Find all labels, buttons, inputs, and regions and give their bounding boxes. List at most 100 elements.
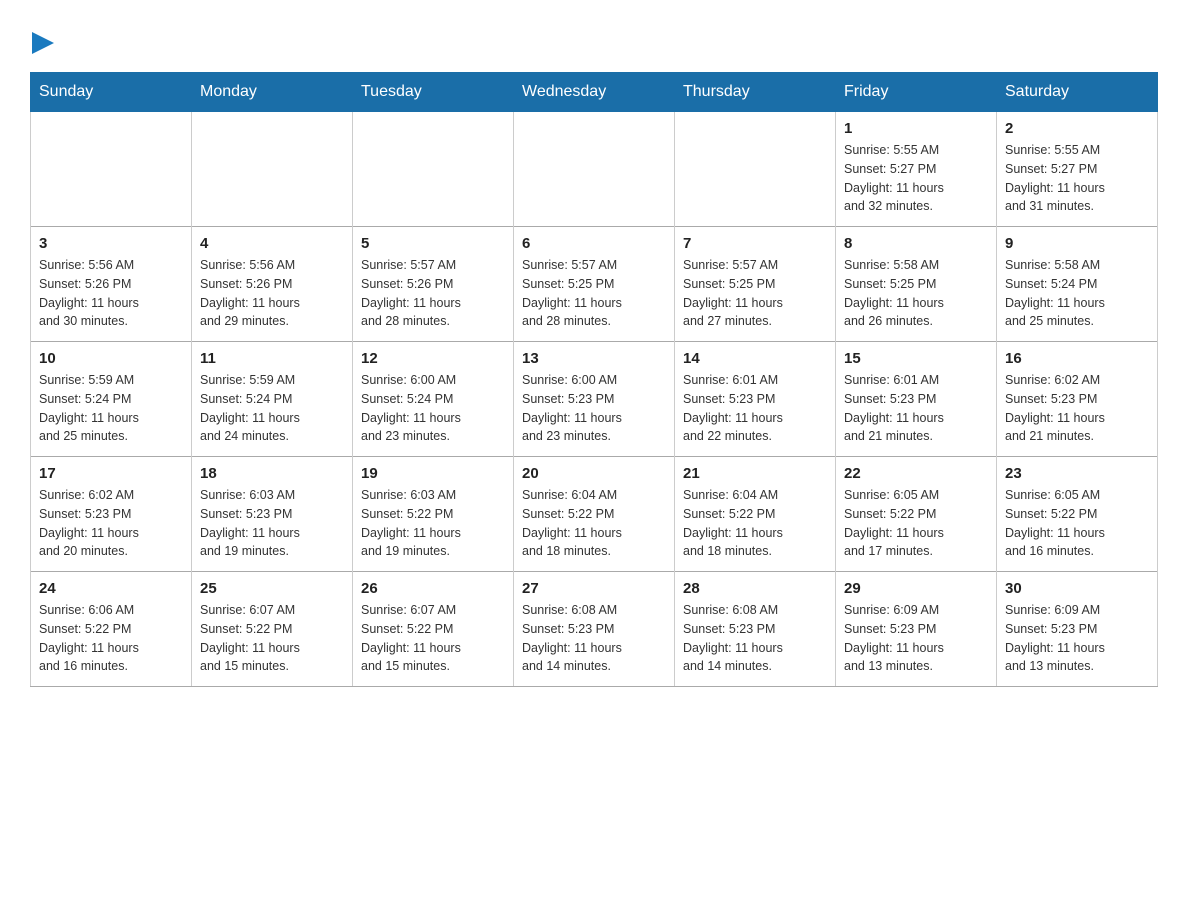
weekday-header-sunday: Sunday [31, 73, 192, 112]
day-number: 17 [39, 465, 183, 482]
day-info: Sunrise: 5:56 AMSunset: 5:26 PMDaylight:… [200, 256, 344, 331]
calendar-cell: 27 Sunrise: 6:08 AMSunset: 5:23 PMDayligh… [514, 572, 675, 687]
calendar-cell: 23 Sunrise: 6:05 AMSunset: 5:22 PMDayligh… [997, 457, 1158, 572]
weekday-header-monday: Monday [192, 73, 353, 112]
day-info: Sunrise: 6:05 AMSunset: 5:22 PMDaylight:… [1005, 486, 1149, 561]
calendar-cell: 9Sunrise: 5:58 AMSunset: 5:24 PMDaylight… [997, 227, 1158, 342]
day-number: 12 [361, 350, 505, 367]
day-number: 16 [1005, 350, 1149, 367]
day-info: Sunrise: 6:00 AMSunset: 5:23 PMDaylight:… [522, 371, 666, 446]
calendar-week-row: 3Sunrise: 5:56 AMSunset: 5:26 PMDaylight… [31, 227, 1158, 342]
calendar-cell: 28 Sunrise: 6:08 AMSunset: 5:23 PMDayligh… [675, 572, 836, 687]
day-info: Sunrise: 6:02 AMSunset: 5:23 PMDaylight:… [39, 486, 183, 561]
calendar-cell: 29 Sunrise: 6:09 AMSunset: 5:23 PMDayligh… [836, 572, 997, 687]
weekday-header-wednesday: Wednesday [514, 73, 675, 112]
day-info: Sunrise: 5:57 AMSunset: 5:25 PMDaylight:… [683, 256, 827, 331]
calendar-cell: 12 Sunrise: 6:00 AMSunset: 5:24 PMDayligh… [353, 342, 514, 457]
calendar-cell [192, 112, 353, 227]
weekday-header-saturday: Saturday [997, 73, 1158, 112]
day-info: Sunrise: 6:08 AMSunset: 5:23 PMDaylight:… [683, 601, 827, 676]
day-number: 20 [522, 465, 666, 482]
calendar-cell: 17 Sunrise: 6:02 AMSunset: 5:23 PMDayligh… [31, 457, 192, 572]
day-info: Sunrise: 6:03 AMSunset: 5:22 PMDaylight:… [361, 486, 505, 561]
day-info: Sunrise: 6:04 AMSunset: 5:22 PMDaylight:… [683, 486, 827, 561]
day-number: 21 [683, 465, 827, 482]
weekday-header-row: SundayMondayTuesdayWednesdayThursdayFrid… [31, 73, 1158, 112]
weekday-header-friday: Friday [836, 73, 997, 112]
calendar-cell: 30 Sunrise: 6:09 AMSunset: 5:23 PMDayligh… [997, 572, 1158, 687]
calendar-cell: 13 Sunrise: 6:00 AMSunset: 5:23 PMDayligh… [514, 342, 675, 457]
calendar-cell: 25 Sunrise: 6:07 AMSunset: 5:22 PMDayligh… [192, 572, 353, 687]
day-number: 22 [844, 465, 988, 482]
calendar-cell: 16 Sunrise: 6:02 AMSunset: 5:23 PMDayligh… [997, 342, 1158, 457]
calendar-cell: 4 Sunrise: 5:56 AMSunset: 5:26 PMDaylight… [192, 227, 353, 342]
weekday-header-tuesday: Tuesday [353, 73, 514, 112]
calendar-cell: 14 Sunrise: 6:01 AMSunset: 5:23 PMDayligh… [675, 342, 836, 457]
day-info: Sunrise: 6:01 AMSunset: 5:23 PMDaylight:… [844, 371, 988, 446]
calendar-cell: 7 Sunrise: 5:57 AMSunset: 5:25 PMDaylight… [675, 227, 836, 342]
calendar-week-row: 17 Sunrise: 6:02 AMSunset: 5:23 PMDayligh… [31, 457, 1158, 572]
day-number: 7 [683, 235, 827, 252]
day-number: 10 [39, 350, 183, 367]
day-number: 25 [200, 580, 344, 597]
day-info: Sunrise: 5:58 AMSunset: 5:24 PMDaylight:… [1005, 256, 1149, 331]
day-number: 5 [361, 235, 505, 252]
day-number: 14 [683, 350, 827, 367]
calendar-cell: 6Sunrise: 5:57 AMSunset: 5:25 PMDaylight… [514, 227, 675, 342]
calendar-cell [353, 112, 514, 227]
calendar-cell: 11Sunrise: 5:59 AMSunset: 5:24 PMDayligh… [192, 342, 353, 457]
day-info: Sunrise: 6:02 AMSunset: 5:23 PMDaylight:… [1005, 371, 1149, 446]
calendar-week-row: 1Sunrise: 5:55 AMSunset: 5:27 PMDaylight… [31, 112, 1158, 227]
calendar-cell [514, 112, 675, 227]
day-info: Sunrise: 5:55 AMSunset: 5:27 PMDaylight:… [1005, 141, 1149, 216]
day-info: Sunrise: 6:07 AMSunset: 5:22 PMDaylight:… [200, 601, 344, 676]
day-info: Sunrise: 6:09 AMSunset: 5:23 PMDaylight:… [1005, 601, 1149, 676]
day-info: Sunrise: 5:56 AMSunset: 5:26 PMDaylight:… [39, 256, 183, 331]
day-info: Sunrise: 5:59 AMSunset: 5:24 PMDaylight:… [200, 371, 344, 446]
day-number: 15 [844, 350, 988, 367]
calendar-cell [675, 112, 836, 227]
logo-icon [30, 30, 54, 54]
calendar-cell: 5 Sunrise: 5:57 AMSunset: 5:26 PMDaylight… [353, 227, 514, 342]
calendar-cell: 18 Sunrise: 6:03 AMSunset: 5:23 PMDayligh… [192, 457, 353, 572]
day-number: 27 [522, 580, 666, 597]
day-number: 4 [200, 235, 344, 252]
day-info: Sunrise: 5:57 AMSunset: 5:25 PMDaylight:… [522, 256, 666, 331]
day-number: 18 [200, 465, 344, 482]
day-number: 2 [1005, 120, 1149, 137]
day-info: Sunrise: 6:08 AMSunset: 5:23 PMDaylight:… [522, 601, 666, 676]
calendar-cell: 3Sunrise: 5:56 AMSunset: 5:26 PMDaylight… [31, 227, 192, 342]
day-info: Sunrise: 5:55 AMSunset: 5:27 PMDaylight:… [844, 141, 988, 216]
calendar-week-row: 10 Sunrise: 5:59 AMSunset: 5:24 PMDayligh… [31, 342, 1158, 457]
calendar-cell: 21 Sunrise: 6:04 AMSunset: 5:22 PMDayligh… [675, 457, 836, 572]
day-number: 26 [361, 580, 505, 597]
calendar-cell: 24Sunrise: 6:06 AMSunset: 5:22 PMDayligh… [31, 572, 192, 687]
day-number: 24 [39, 580, 183, 597]
calendar-table: SundayMondayTuesdayWednesdayThursdayFrid… [30, 72, 1158, 687]
day-info: Sunrise: 6:07 AMSunset: 5:22 PMDaylight:… [361, 601, 505, 676]
day-info: Sunrise: 6:05 AMSunset: 5:22 PMDaylight:… [844, 486, 988, 561]
day-info: Sunrise: 5:59 AMSunset: 5:24 PMDaylight:… [39, 371, 183, 446]
calendar-cell: 10 Sunrise: 5:59 AMSunset: 5:24 PMDayligh… [31, 342, 192, 457]
logo [30, 30, 54, 54]
day-number: 28 [683, 580, 827, 597]
page-header [30, 20, 1158, 54]
day-info: Sunrise: 6:03 AMSunset: 5:23 PMDaylight:… [200, 486, 344, 561]
calendar-cell: 2 Sunrise: 5:55 AMSunset: 5:27 PMDaylight… [997, 112, 1158, 227]
calendar-cell: 26 Sunrise: 6:07 AMSunset: 5:22 PMDayligh… [353, 572, 514, 687]
day-info: Sunrise: 6:01 AMSunset: 5:23 PMDaylight:… [683, 371, 827, 446]
calendar-cell: 15 Sunrise: 6:01 AMSunset: 5:23 PMDayligh… [836, 342, 997, 457]
calendar-cell: 19Sunrise: 6:03 AMSunset: 5:22 PMDayligh… [353, 457, 514, 572]
day-number: 30 [1005, 580, 1149, 597]
logo-triangle-icon [32, 32, 54, 54]
day-info: Sunrise: 6:09 AMSunset: 5:23 PMDaylight:… [844, 601, 988, 676]
day-number: 29 [844, 580, 988, 597]
day-number: 8 [844, 235, 988, 252]
calendar-week-row: 24Sunrise: 6:06 AMSunset: 5:22 PMDayligh… [31, 572, 1158, 687]
day-number: 13 [522, 350, 666, 367]
day-number: 23 [1005, 465, 1149, 482]
calendar-cell: 1Sunrise: 5:55 AMSunset: 5:27 PMDaylight… [836, 112, 997, 227]
day-info: Sunrise: 6:00 AMSunset: 5:24 PMDaylight:… [361, 371, 505, 446]
day-info: Sunrise: 6:04 AMSunset: 5:22 PMDaylight:… [522, 486, 666, 561]
day-info: Sunrise: 5:57 AMSunset: 5:26 PMDaylight:… [361, 256, 505, 331]
